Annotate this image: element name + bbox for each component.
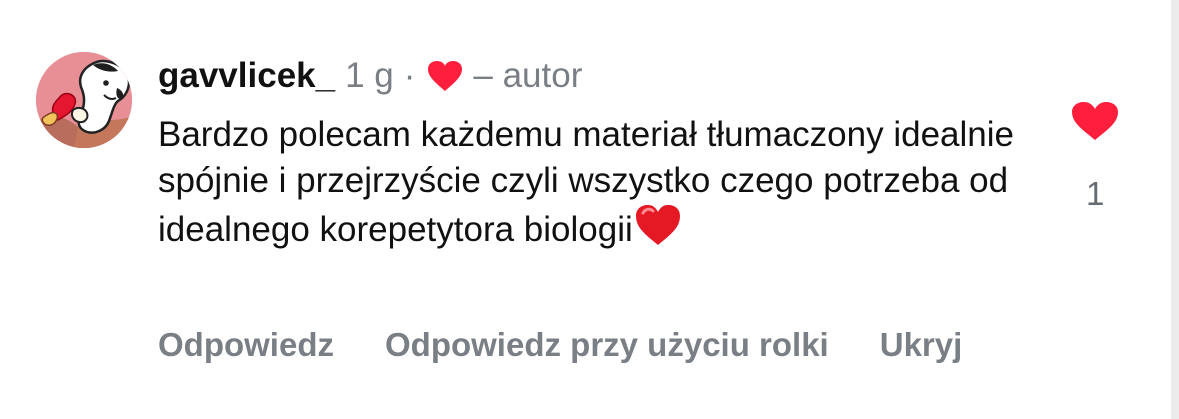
comment-actions: Odpowiedz Odpowiedz przy użyciu rolki Uk… [158, 326, 962, 364]
comment-header: gavvlicek_ 1 g · – autor [158, 55, 582, 97]
reply-button[interactable]: Odpowiedz [158, 326, 334, 364]
heart-icon [1072, 102, 1118, 140]
comment-time: 1 g [345, 56, 394, 95]
heart-emoji-icon [634, 204, 682, 247]
hide-button[interactable]: Ukryj [880, 326, 963, 364]
comment-body: Bardzo polecam każdemu materiał tłumaczo… [158, 112, 1058, 253]
heart-icon [427, 60, 463, 92]
avatar-image [36, 52, 132, 148]
avatar[interactable] [36, 52, 132, 148]
meta-separator: · [403, 56, 416, 95]
username-link[interactable]: gavvlicek_ [158, 56, 335, 96]
comment-text: Bardzo polecam każdemu materiał tłumaczo… [158, 115, 1014, 249]
author-label: – autor [473, 56, 583, 95]
like-button[interactable] [1071, 101, 1119, 141]
right-edge-divider [1171, 0, 1179, 419]
like-count: 1 [1086, 175, 1105, 212]
reply-with-reel-button[interactable]: Odpowiedz przy użyciu rolki [385, 326, 829, 364]
